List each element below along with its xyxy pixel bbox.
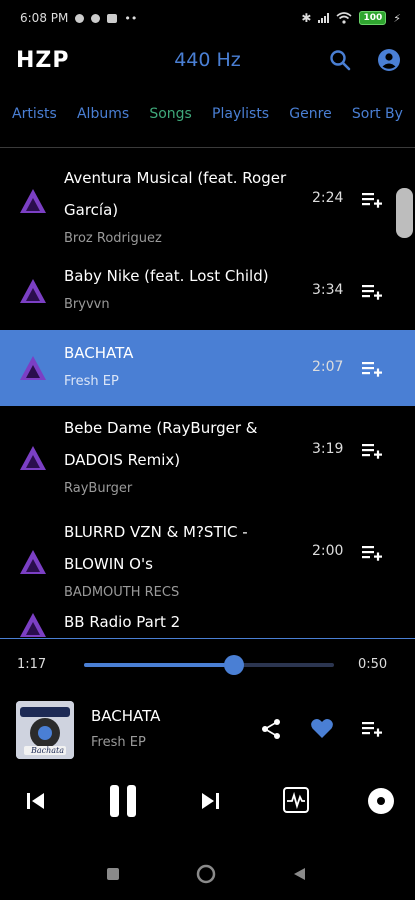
tab-playlists[interactable]: Playlists [212, 106, 269, 122]
system-nav-bar [0, 860, 415, 890]
song-artist: Fresh EP [64, 374, 119, 389]
song-row[interactable]: Bebe Dame (RayBurger & DADOIS Remix) Ray… [0, 406, 415, 510]
song-art-icon [20, 613, 46, 637]
song-duration: 2:00 [312, 543, 344, 559]
recents-icon[interactable] [106, 867, 120, 881]
song-artist: Broz Rodriguez [64, 231, 162, 246]
song-texts: Bebe Dame (RayBurger & DADOIS Remix) Ray… [64, 412, 294, 502]
song-title: BB Radio Part 2 [64, 613, 181, 631]
song-title: BLURRD VZN & M?STIC - [64, 523, 248, 541]
back-icon[interactable] [291, 866, 307, 882]
song-duration: 3:19 [312, 441, 344, 457]
remaining-time: 0:50 [358, 657, 388, 672]
home-icon[interactable] [196, 864, 216, 884]
song-list[interactable]: Aventura Musical (feat. Roger García) Br… [0, 150, 415, 638]
song-row[interactable]: Aventura Musical (feat. Roger García) Br… [0, 150, 415, 252]
message-icon [107, 13, 118, 23]
playlist-add-icon[interactable] [361, 360, 383, 378]
tab-songs[interactable]: Songs [149, 106, 192, 122]
tab-sort-by[interactable]: Sort By [352, 106, 403, 122]
song-artist: RayBurger [64, 481, 133, 496]
song-row[interactable]: BB Radio Part 2 [0, 613, 415, 638]
song-texts: Aventura Musical (feat. Roger García) Br… [64, 162, 294, 252]
wifi-icon [336, 12, 352, 24]
app-header: 440 Hz HZP [0, 36, 415, 84]
tabs-divider [0, 147, 415, 148]
playlist-add-icon[interactable] [361, 720, 383, 738]
song-title: Bebe Dame (RayBurger & [64, 419, 258, 437]
more-notifications-icon: •• [124, 11, 138, 25]
disc-icon[interactable] [367, 787, 395, 815]
song-title: BACHATA [64, 344, 134, 362]
tab-albums[interactable]: Albums [77, 106, 129, 122]
song-title-cont: DADOIS Remix) [64, 451, 181, 469]
search-icon[interactable] [328, 48, 352, 72]
playlist-add-icon[interactable] [361, 191, 383, 209]
elapsed-time: 1:17 [17, 657, 47, 672]
status-time: 6:08 PM [20, 11, 69, 25]
song-art-icon [20, 279, 46, 303]
song-art-icon [20, 356, 46, 380]
player-divider [0, 638, 415, 639]
signal-icon [318, 13, 330, 23]
category-tabs: Artists Albums Songs Playlists Genre Sor… [0, 96, 415, 132]
charging-icon: ⚡ [393, 11, 401, 25]
song-row[interactable]: BLURRD VZN & M?STIC - BLOWIN O's BADMOUT… [0, 510, 415, 614]
status-left: 6:08 PM •• [20, 11, 137, 25]
song-duration: 3:34 [312, 282, 344, 298]
playlist-add-icon[interactable] [361, 442, 383, 460]
playlist-add-icon[interactable] [361, 544, 383, 562]
song-art-icon [20, 446, 46, 470]
song-row[interactable]: Baby Nike (feat. Lost Child) Bryvvn 3:34 [0, 252, 415, 330]
status-right: ✱ 100 ⚡ [301, 11, 401, 25]
notification-icon [75, 13, 85, 23]
song-artist: Bryvvn [64, 297, 110, 312]
now-playing-title[interactable]: BACHATA [91, 707, 160, 725]
seek-bar[interactable] [84, 655, 334, 675]
cover-text: Bachata [31, 746, 65, 755]
list-scrollbar[interactable] [396, 188, 413, 238]
battery-indicator: 100 [359, 11, 387, 25]
heart-icon[interactable] [310, 717, 334, 739]
now-playing-cover[interactable]: Bachata [16, 701, 74, 759]
skip-next-icon[interactable] [198, 789, 222, 813]
tab-artists[interactable]: Artists [12, 106, 57, 122]
song-row-selected[interactable]: BACHATA Fresh EP 2:07 [0, 330, 415, 406]
song-art-icon [20, 189, 46, 213]
account-icon[interactable] [377, 48, 401, 72]
song-duration: 2:07 [312, 359, 344, 375]
seek-handle[interactable] [224, 655, 244, 675]
now-playing-album: Fresh EP [91, 735, 146, 750]
song-duration: 2:24 [312, 190, 344, 206]
song-art-icon [20, 550, 46, 574]
song-texts: BB Radio Part 2 [64, 606, 294, 638]
song-title: Baby Nike (feat. Lost Child) [64, 267, 269, 285]
notification-icon [91, 13, 101, 23]
share-icon[interactable] [260, 718, 282, 740]
song-texts: Baby Nike (feat. Lost Child) Bryvvn [64, 260, 294, 318]
status-bar: 6:08 PM •• ✱ 100 ⚡ [0, 0, 415, 36]
app-logo: HZP [16, 47, 70, 73]
song-artist: BADMOUTH RECS [64, 585, 180, 600]
song-title-cont: BLOWIN O's [64, 555, 153, 573]
skip-previous-icon[interactable] [24, 789, 48, 813]
equalizer-icon[interactable] [282, 786, 310, 814]
seek-progress [84, 663, 234, 667]
song-title: Aventura Musical (feat. Roger [64, 169, 287, 187]
song-texts: BACHATA Fresh EP [64, 337, 294, 395]
pause-icon[interactable] [108, 784, 138, 818]
tab-genre[interactable]: Genre [289, 106, 331, 122]
bluetooth-icon: ✱ [301, 11, 312, 25]
song-title-cont: García) [64, 201, 119, 219]
playlist-add-icon[interactable] [361, 283, 383, 301]
song-texts: BLURRD VZN & M?STIC - BLOWIN O's BADMOUT… [64, 516, 294, 606]
